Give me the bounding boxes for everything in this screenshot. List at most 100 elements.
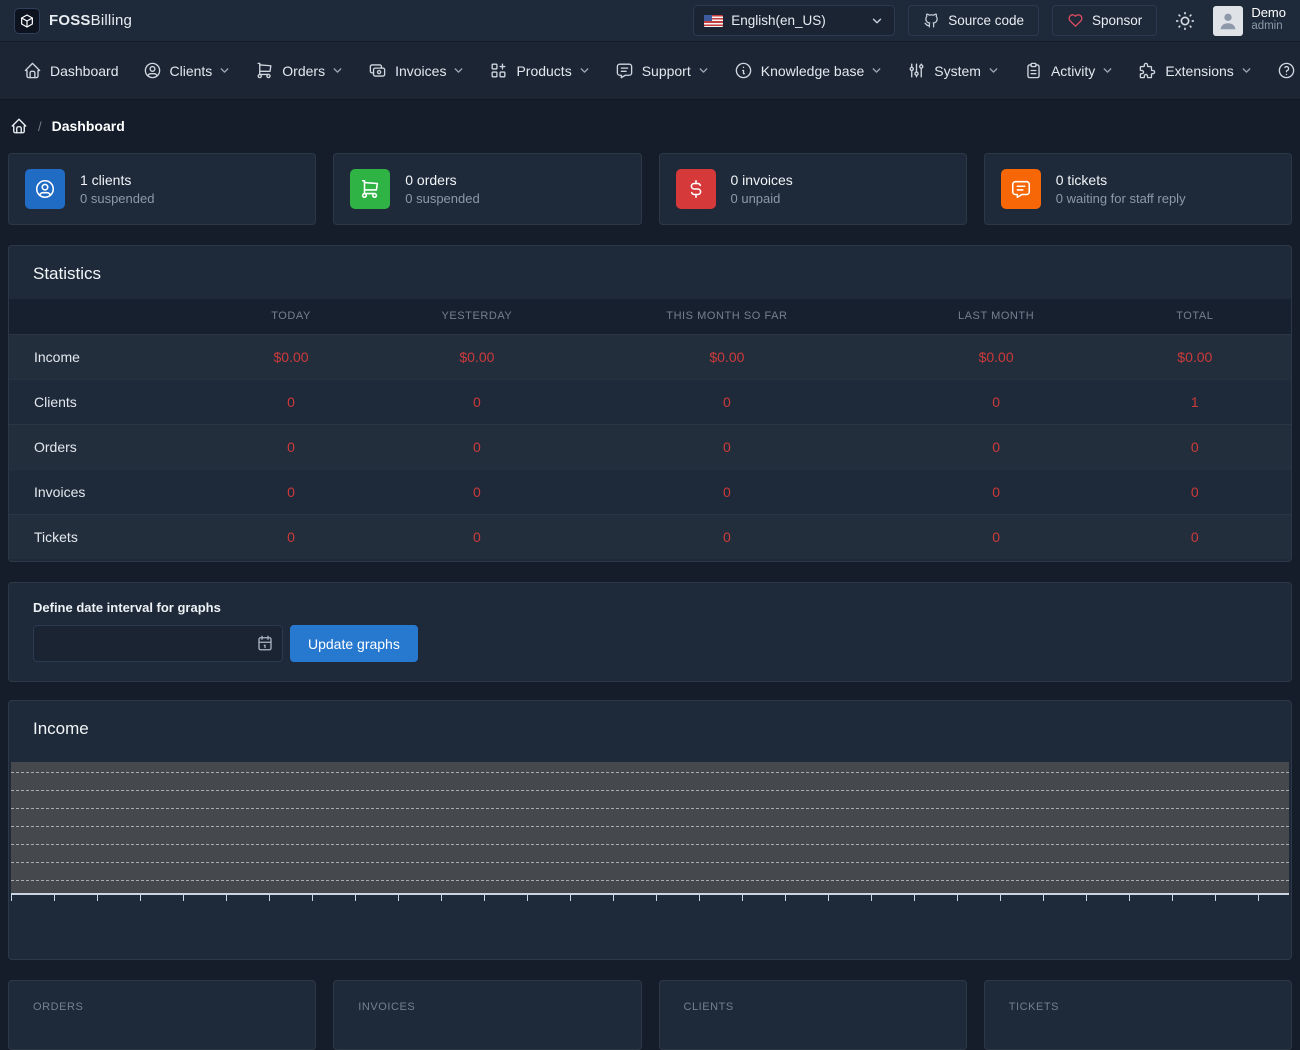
stat-title: 0 orders	[405, 172, 479, 188]
bottom-card-row: Orders Invoices Clients Tickets	[8, 980, 1292, 1050]
column-header-total: Total	[1099, 299, 1291, 334]
stat-subtitle: 0 suspended	[405, 191, 479, 206]
stat-cell: 0	[894, 424, 1099, 469]
stat-title: 0 tickets	[1056, 172, 1186, 188]
chevron-down-icon	[870, 64, 883, 77]
home-icon	[23, 61, 42, 80]
chevron-down-icon	[870, 14, 884, 28]
source-code-label: Source code	[948, 13, 1024, 28]
graph-interval-card: Define date interval for graphs Update g…	[8, 582, 1292, 682]
stat-title: 1 clients	[80, 172, 154, 188]
table-header-row: Today Yesterday This month so far Last m…	[9, 299, 1291, 334]
help-circle-icon	[1277, 61, 1296, 80]
calendar-icon[interactable]	[256, 634, 274, 652]
theme-toggle-sun-icon[interactable]	[1174, 10, 1196, 32]
sponsor-button[interactable]: Sponsor	[1052, 5, 1157, 36]
stat-card-clients[interactable]: 1 clients 0 suspended	[8, 153, 316, 225]
column-header-this-month: This month so far	[560, 299, 893, 334]
puzzle-icon	[1138, 61, 1157, 80]
user-circle-icon	[25, 169, 65, 209]
table-row-invoices: Invoices 0 0 0 0 0	[9, 469, 1291, 514]
stat-cell: 0	[394, 514, 561, 559]
tickets-card: Tickets	[984, 980, 1292, 1050]
stat-card-row: 1 clients 0 suspended 0 orders 0 suspend…	[8, 153, 1292, 225]
nav-item-products[interactable]: Products	[478, 53, 601, 88]
column-header-yesterday: Yesterday	[394, 299, 561, 334]
invoices-card-title: Invoices	[358, 1001, 616, 1013]
main-nav: Dashboard Clients Orders Invoices Produc…	[0, 42, 1300, 100]
nav-label: Activity	[1051, 63, 1095, 79]
nav-item-clients[interactable]: Clients	[132, 53, 243, 88]
nav-label: Support	[642, 63, 691, 79]
table-row-orders: Orders 0 0 0 0 0	[9, 424, 1291, 469]
user-role: admin	[1251, 20, 1286, 33]
stat-cell: $0.00	[394, 334, 561, 379]
income-chart-x-axis-ticks	[11, 895, 1289, 901]
stat-cell: 0	[1099, 514, 1291, 559]
info-circle-icon	[734, 61, 753, 80]
stat-subtitle: 0 suspended	[80, 191, 154, 206]
nav-item-help[interactable]: Help	[1266, 53, 1300, 88]
shopping-cart-icon	[255, 61, 274, 80]
nav-label: Knowledge base	[761, 63, 865, 79]
apps-grid-icon	[489, 61, 508, 80]
nav-label: Products	[516, 63, 571, 79]
stat-card-text: 0 orders 0 suspended	[405, 172, 479, 206]
home-icon[interactable]	[10, 117, 28, 135]
clients-card-title: Clients	[684, 1001, 942, 1013]
breadcrumb-current: Dashboard	[52, 118, 125, 134]
brand-logo-link[interactable]: FOSSBilling	[14, 8, 132, 34]
graph-interval-controls: Update graphs	[33, 625, 1267, 662]
language-value: English(en_US)	[731, 13, 862, 28]
nav-item-extensions[interactable]: Extensions	[1127, 53, 1263, 88]
invoices-card: Invoices	[333, 980, 641, 1050]
stat-card-invoices[interactable]: 0 invoices 0 unpaid	[659, 153, 967, 225]
statistics-card: Statistics Today Yesterday This month so…	[8, 245, 1292, 562]
nav-label: Invoices	[395, 63, 446, 79]
chevron-down-icon	[218, 64, 231, 77]
stat-cell: $0.00	[894, 334, 1099, 379]
breadcrumb-separator: /	[38, 119, 42, 134]
language-select[interactable]: English(en_US)	[693, 5, 895, 36]
chevron-down-icon	[578, 64, 591, 77]
nav-item-support[interactable]: Support	[604, 53, 721, 88]
nav-item-system[interactable]: System	[896, 53, 1011, 88]
stat-card-text: 1 clients 0 suspended	[80, 172, 154, 206]
source-code-button[interactable]: Source code	[908, 5, 1039, 36]
update-graphs-button[interactable]: Update graphs	[290, 625, 418, 662]
nav-item-knowledge-base[interactable]: Knowledge base	[723, 53, 895, 88]
row-label: Tickets	[9, 514, 188, 559]
user-menu[interactable]: Demo admin	[1213, 6, 1286, 36]
stat-cell: $0.00	[560, 334, 893, 379]
orders-card: Orders	[8, 980, 316, 1050]
row-label: Invoices	[9, 469, 188, 514]
nav-item-activity[interactable]: Activity	[1013, 53, 1125, 88]
chevron-down-icon	[1101, 64, 1114, 77]
statistics-table: Today Yesterday This month so far Last m…	[9, 299, 1291, 559]
user-circle-icon	[143, 61, 162, 80]
nav-item-dashboard[interactable]: Dashboard	[12, 53, 130, 88]
nav-item-invoices[interactable]: Invoices	[357, 53, 476, 88]
stat-card-tickets[interactable]: 0 tickets 0 waiting for staff reply	[984, 153, 1292, 225]
date-interval-input[interactable]	[33, 625, 283, 662]
user-text: Demo admin	[1251, 6, 1286, 34]
stat-cell: 0	[894, 514, 1099, 559]
stat-cell: 0	[188, 379, 393, 424]
table-row-income: Income $0.00 $0.00 $0.00 $0.00 $0.00	[9, 334, 1291, 379]
row-label: Income	[9, 334, 188, 379]
stat-subtitle: 0 waiting for staff reply	[1056, 191, 1186, 206]
avatar	[1213, 6, 1243, 36]
nav-item-orders[interactable]: Orders	[244, 53, 355, 88]
stat-cell: 0	[188, 469, 393, 514]
stat-cell: 0	[894, 469, 1099, 514]
us-flag-icon	[704, 15, 723, 27]
stat-cell: 0	[1099, 424, 1291, 469]
chevron-down-icon	[331, 64, 344, 77]
stat-cell: $0.00	[1099, 334, 1291, 379]
column-header-today: Today	[188, 299, 393, 334]
stat-card-orders[interactable]: 0 orders 0 suspended	[333, 153, 641, 225]
brand-name: FOSSBilling	[49, 12, 132, 29]
chevron-down-icon	[697, 64, 710, 77]
date-input-wrap	[33, 625, 283, 662]
row-label: Clients	[9, 379, 188, 424]
